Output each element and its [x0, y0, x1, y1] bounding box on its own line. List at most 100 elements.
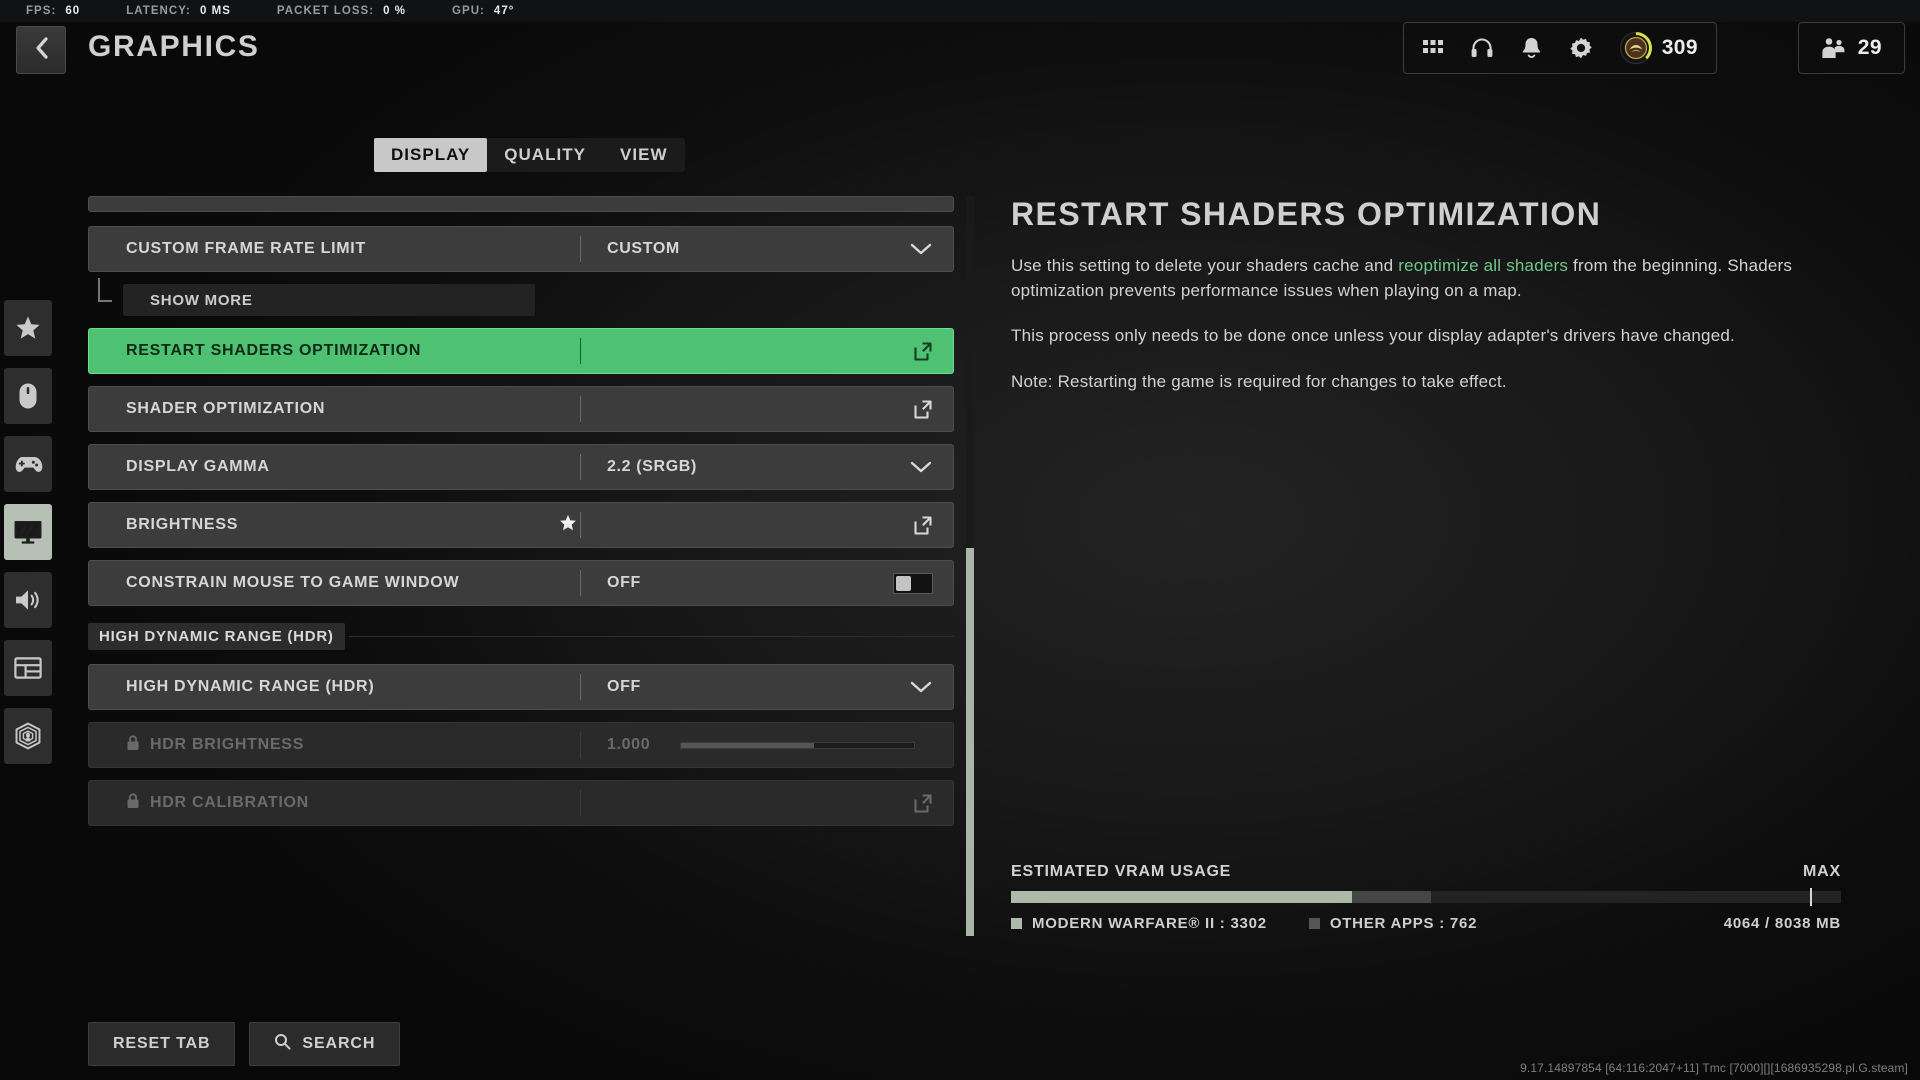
setting-value-text: 2.2 (SRGB) [607, 458, 697, 475]
perf-stat-value: 60 [65, 5, 81, 17]
perf-stat-label: GPU: [452, 5, 485, 17]
setting-label: HIGH DYNAMIC RANGE (HDR) [89, 678, 580, 696]
perf-stat-value: 0 MS [199, 5, 231, 17]
vram-bar [1011, 888, 1841, 906]
setting-row[interactable]: CONSTRAIN MOUSE TO GAME WINDOW OFF [88, 560, 954, 606]
toggle-switch[interactable] [893, 572, 933, 594]
players-online-value: 29 [1857, 36, 1882, 59]
layout-icon [14, 657, 42, 679]
rail-item-audio[interactable] [4, 572, 52, 628]
settings-scrollbar[interactable] [966, 196, 974, 936]
toggle-knob [896, 575, 911, 591]
search-label: SEARCH [302, 1035, 376, 1052]
setting-row[interactable]: RESTART SHADERS OPTIMIZATION [88, 328, 954, 374]
setting-label: HDR BRIGHTNESS [89, 734, 580, 756]
setting-label-text: HDR BRIGHTNESS [150, 736, 305, 753]
setting-row[interactable]: SHADER OPTIMIZATION [88, 386, 954, 432]
detail-paragraph-2: This process only needs to be done once … [1011, 326, 1735, 346]
row-divider [580, 396, 581, 422]
setting-label: BRIGHTNESS [89, 516, 580, 534]
favorite-star-icon[interactable] [559, 514, 577, 537]
detail-paragraph-1: Use this setting to delete your shaders … [1011, 254, 1841, 303]
back-button[interactable] [16, 26, 66, 74]
gear-icon[interactable] [1569, 36, 1593, 60]
perf-stat-1: LATENCY: 0 MS [126, 5, 231, 17]
show-more-button[interactable]: SHOW MORE [98, 278, 535, 316]
rank-badge-icon [1619, 31, 1653, 65]
setting-row[interactable]: DISPLAY GAMMA 2.2 (SRGB) [88, 444, 954, 490]
section-header-label: HIGH DYNAMIC RANGE (HDR) [88, 622, 345, 650]
search-icon [274, 1033, 291, 1055]
setting-label: CONSTRAIN MOUSE TO GAME WINDOW [89, 574, 580, 592]
section-header-rule [348, 635, 954, 637]
vram-legend-game: MODERN WARFARE® II : 3302 [1011, 915, 1267, 932]
rank-badge[interactable]: 309 [1619, 31, 1698, 65]
setting-row[interactable]: HIGH DYNAMIC RANGE (HDR) OFF [88, 664, 954, 710]
open-external-icon[interactable] [913, 341, 933, 362]
setting-label: HDR CALIBRATION [89, 792, 580, 814]
category-rail [4, 300, 52, 776]
performance-stats-bar: FPS: 60 LATENCY: 0 MS PACKET LOSS: 0 % GPU: 47° [0, 0, 1920, 22]
setting-label-text: DISPLAY GAMMA [126, 458, 270, 475]
setting-detail-panel: RESTART SHADERS OPTIMIZATION Use this se… [1011, 196, 1841, 416]
page-title: GRAPHICS [88, 30, 260, 63]
setting-label-text: HDR CALIBRATION [150, 794, 309, 811]
detail-p1-highlight: reoptimize all shaders [1398, 256, 1569, 275]
vram-legend-game-label: MODERN WARFARE® II : 3302 [1032, 915, 1267, 932]
speaker-icon [14, 587, 42, 613]
rail-item-mouse-keyboard[interactable] [4, 368, 52, 424]
build-version-string: 9.17.14897854 [64:116:2047+11] Tmc [7000… [1520, 1061, 1908, 1075]
rail-item-favorites[interactable] [4, 300, 52, 356]
setting-row: HDR BRIGHTNESS 1.000 [88, 722, 954, 768]
vram-legend: MODERN WARFARE® II : 3302 OTHER APPS : 7… [1011, 915, 1841, 932]
tab-display[interactable]: DISPLAY [374, 138, 488, 172]
dropdown-chevron-icon[interactable] [909, 242, 933, 256]
tab-quality[interactable]: QUALITY [487, 138, 603, 172]
lock-icon [126, 792, 140, 814]
rank-level-value: 309 [1661, 36, 1698, 59]
setting-label-text: SHADER OPTIMIZATION [126, 400, 326, 417]
settings-list: CUSTOM FRAME RATE LIMIT CUSTOM SHOW MORE RE… [88, 196, 954, 936]
settings-tabs: DISPLAY QUALITY VIEW [374, 138, 685, 172]
rail-item-accessibility[interactable] [4, 708, 52, 764]
open-external-icon[interactable] [913, 515, 933, 536]
setting-label-text: BRIGHTNESS [126, 516, 239, 533]
tree-elbow-icon [98, 278, 112, 302]
perf-stat-label: LATENCY: [126, 5, 191, 17]
vram-max-marker [1810, 888, 1812, 906]
header-players-group[interactable]: 29 [1797, 22, 1905, 74]
vram-usage-panel: ESTIMATED VRAM USAGE MAX MODERN WARFARE®… [1011, 863, 1841, 932]
vram-max-label: MAX [1803, 863, 1841, 880]
search-button[interactable]: SEARCH [249, 1022, 401, 1066]
players-icon [1821, 36, 1847, 60]
grid-apps-icon[interactable] [1422, 37, 1444, 59]
open-external-icon [913, 793, 933, 814]
setting-label: DISPLAY GAMMA [89, 458, 580, 476]
setting-row[interactable]: CUSTOM FRAME RATE LIMIT CUSTOM [88, 226, 954, 272]
rail-item-controller[interactable] [4, 436, 52, 492]
vram-legend-swatch-other [1308, 918, 1320, 929]
perf-stat-0: FPS: 60 [26, 5, 80, 17]
setting-value: 1.000 [581, 736, 953, 754]
vram-segment-other [1351, 891, 1431, 903]
setting-row-partial[interactable] [88, 196, 954, 212]
rail-item-graphics[interactable] [4, 504, 52, 560]
reset-tab-button[interactable]: RESET TAB [88, 1022, 236, 1066]
setting-value-text: OFF [607, 678, 641, 695]
dropdown-chevron-icon[interactable] [909, 680, 933, 694]
dropdown-chevron-icon[interactable] [909, 460, 933, 474]
bottom-actions: RESET TAB SEARCH [88, 1022, 401, 1066]
tab-view[interactable]: VIEW [603, 138, 685, 172]
open-external-icon[interactable] [913, 399, 933, 420]
reset-tab-label: RESET TAB [113, 1035, 211, 1052]
section-header: HIGH DYNAMIC RANGE (HDR) [88, 622, 954, 650]
scrollbar-thumb[interactable] [966, 548, 974, 936]
setting-row[interactable]: BRIGHTNESS [88, 502, 954, 548]
bell-icon[interactable] [1520, 36, 1543, 60]
toggle-track[interactable] [893, 572, 933, 594]
perf-stat-value: 47° [493, 5, 515, 17]
setting-row: HDR CALIBRATION [88, 780, 954, 826]
rail-item-interface[interactable] [4, 640, 52, 696]
headphones-icon[interactable] [1470, 36, 1494, 60]
vram-legend-other: OTHER APPS : 762 [1308, 915, 1477, 932]
